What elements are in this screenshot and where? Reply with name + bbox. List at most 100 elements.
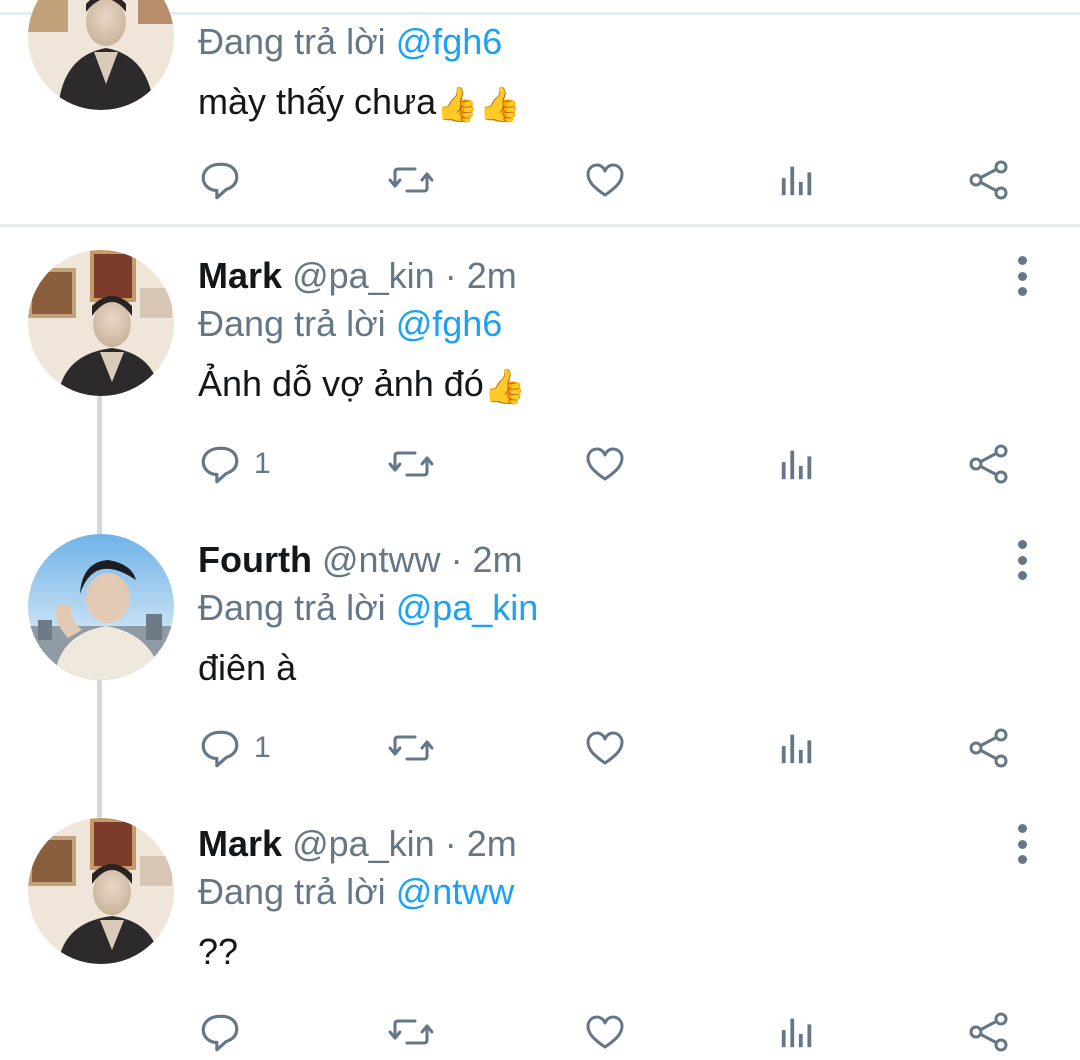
reply-icon	[201, 1014, 239, 1052]
reply-prefix: Đang trả lời	[198, 871, 396, 912]
retweet-button[interactable]	[386, 723, 436, 773]
mention-link[interactable]: @pa_kin	[396, 587, 539, 628]
tweet[interactable]: Mark @pa_kin · 2m Đang trả lời @ntww ??	[0, 800, 1080, 1060]
reply-icon	[201, 730, 239, 768]
display-name[interactable]: Mark	[198, 823, 282, 864]
username[interactable]: @pa_kin	[292, 255, 435, 296]
timestamp[interactable]: · 2m	[435, 823, 517, 864]
avatar[interactable]	[28, 0, 174, 110]
analytics-icon	[781, 166, 812, 196]
reply-count: 1	[254, 447, 271, 480]
avatar[interactable]	[28, 250, 174, 396]
tweet-body: điên à	[198, 647, 297, 688]
mention-link[interactable]: @fgh6	[396, 21, 503, 62]
reply-context: Đang trả lời @fgh6	[198, 20, 1040, 64]
analytics-icon	[781, 734, 812, 764]
more-icon	[1017, 540, 1027, 549]
share-icon	[969, 1012, 1008, 1052]
more-icon-dot	[1017, 555, 1027, 565]
mention-link[interactable]: @fgh6	[396, 303, 503, 344]
display-name[interactable]: Mark	[198, 255, 282, 296]
tweet-actions: 1	[198, 439, 1018, 489]
more-icon-dot	[1017, 271, 1027, 281]
avatar[interactable]	[28, 534, 174, 680]
tweet-body: Ảnh dỗ vợ ảnh đó	[198, 363, 484, 404]
retweet-icon	[388, 735, 434, 761]
more-icon	[1017, 824, 1027, 833]
retweet-button[interactable]	[386, 155, 436, 205]
display-name[interactable]: Fourth	[198, 539, 312, 580]
reply-button[interactable]	[198, 155, 254, 205]
tweet[interactable]: Đang trả lời @fgh6 mày thấy chưa👍👍	[0, 0, 1080, 224]
tweet-body: mày thấy chưa	[198, 81, 437, 122]
analytics-button[interactable]	[778, 439, 816, 489]
username[interactable]: @ntww	[322, 539, 441, 580]
share-button[interactable]	[968, 155, 1010, 205]
like-icon	[586, 163, 624, 197]
analytics-button[interactable]	[778, 155, 816, 205]
like-button[interactable]	[584, 155, 626, 205]
more-icon-dot	[1017, 287, 1027, 296]
analytics-button[interactable]	[778, 1007, 816, 1057]
reply-icon	[201, 446, 239, 484]
share-button[interactable]	[968, 1007, 1010, 1057]
like-icon	[586, 1015, 624, 1049]
tweet[interactable]: Mark @pa_kin · 2m Đang trả lời @fgh6 Ảnh…	[0, 232, 1080, 522]
reply-context: Đang trả lời @fgh6	[198, 302, 1040, 346]
more-icon-dot	[1017, 839, 1027, 849]
reply-context: Đang trả lời @ntww	[198, 870, 1040, 914]
tweet[interactable]: Fourth @ntww · 2m Đang trả lời @pa_kin đ…	[0, 516, 1080, 806]
reply-prefix: Đang trả lời	[198, 21, 396, 62]
retweet-button[interactable]	[386, 439, 436, 489]
avatar[interactable]	[28, 818, 174, 964]
reply-button[interactable]	[198, 1007, 254, 1057]
more-icon-dot	[1017, 855, 1027, 864]
tweet-text: điên à	[198, 646, 1040, 690]
tweet-divider	[0, 224, 1080, 227]
retweet-icon	[388, 167, 434, 193]
reply-icon	[201, 162, 239, 200]
like-button[interactable]	[584, 723, 626, 773]
reply-button[interactable]: 1	[198, 723, 271, 773]
username[interactable]: @pa_kin	[292, 823, 435, 864]
like-button[interactable]	[584, 439, 626, 489]
more-options-button[interactable]	[1014, 256, 1030, 296]
reply-button[interactable]: 1	[198, 439, 271, 489]
reply-count: 1	[254, 731, 271, 764]
analytics-button[interactable]	[778, 723, 816, 773]
timestamp[interactable]: · 2m	[441, 539, 523, 580]
reply-prefix: Đang trả lời	[198, 303, 396, 344]
mention-link[interactable]: @ntww	[396, 871, 515, 912]
tweet-header: Mark @pa_kin · 2m	[198, 254, 1040, 298]
thumbs-up-emoji: 👍	[483, 368, 527, 406]
retweet-icon	[388, 451, 434, 477]
tweet-actions	[198, 1007, 1018, 1057]
analytics-icon	[781, 450, 812, 480]
tweet-header: Mark @pa_kin · 2m	[198, 822, 1040, 866]
reply-context: Đang trả lời @pa_kin	[198, 586, 1040, 630]
share-button[interactable]	[968, 439, 1010, 489]
tweet-actions: 1	[198, 723, 1018, 773]
tweet-text: mày thấy chưa👍👍	[198, 80, 1040, 127]
analytics-icon	[781, 1018, 812, 1048]
share-button[interactable]	[968, 723, 1010, 773]
more-options-button[interactable]	[1014, 540, 1030, 580]
retweet-icon	[388, 1019, 434, 1045]
retweet-button[interactable]	[386, 1007, 436, 1057]
like-button[interactable]	[584, 1007, 626, 1057]
tweet-text: Ảnh dỗ vợ ảnh đó👍	[198, 362, 1040, 409]
more-icon	[1017, 256, 1027, 265]
tweet-body: ??	[198, 931, 239, 972]
share-icon	[969, 728, 1008, 768]
like-icon	[586, 731, 624, 765]
thumbs-up-emoji: 👍👍	[436, 86, 521, 124]
more-icon-dot	[1017, 571, 1027, 580]
tweet-text: ??	[198, 930, 1040, 974]
like-icon	[586, 447, 624, 481]
tweet-actions	[198, 155, 1018, 205]
tweet-header: Fourth @ntww · 2m	[198, 538, 1040, 582]
share-icon	[969, 160, 1008, 200]
more-options-button[interactable]	[1014, 824, 1030, 864]
timestamp[interactable]: · 2m	[435, 255, 517, 296]
reply-prefix: Đang trả lời	[198, 587, 396, 628]
